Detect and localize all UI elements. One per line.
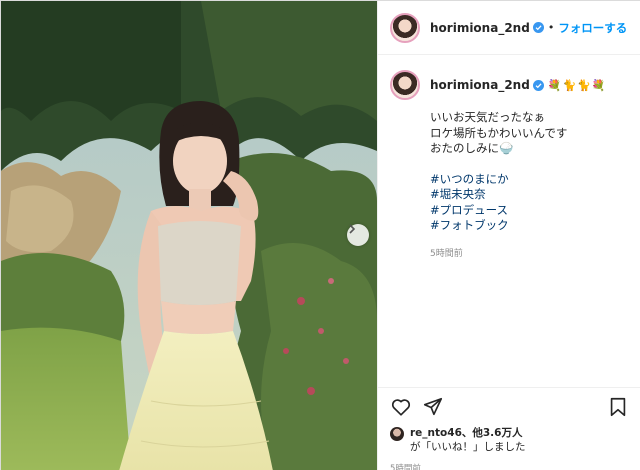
verified-badge-icon bbox=[532, 22, 544, 33]
caption-avatar[interactable] bbox=[390, 70, 420, 100]
hashtag-link[interactable]: #フォトブック bbox=[430, 218, 629, 234]
avatar[interactable] bbox=[390, 12, 420, 43]
caption-line: ロケ場所もかわいいんです bbox=[430, 125, 568, 140]
caption-line: おたのしみに🍚 bbox=[430, 141, 514, 155]
caption-text: いいお天気だったなぁ ロケ場所もかわいいんです おたのしみに🍚 #いつのまにか … bbox=[430, 110, 629, 234]
paper-plane-icon[interactable] bbox=[422, 396, 444, 418]
heart-icon[interactable] bbox=[390, 396, 412, 418]
follow-button[interactable]: フォローする bbox=[558, 20, 627, 36]
liker-avatar[interactable] bbox=[390, 427, 404, 441]
post-actions: re_nto46、他3.6万人 が「いいね！」しました 5時間前 bbox=[378, 387, 640, 470]
hashtag-link[interactable]: #堀未央奈 bbox=[430, 187, 629, 203]
caption-area: horimiona_2nd 💐🐈🐈💐 いいお天気だったなぁ ロケ場所もかわいいん… bbox=[378, 56, 640, 386]
verified-badge-icon bbox=[532, 79, 544, 91]
post-header: horimiona_2nd • フォローする bbox=[378, 1, 640, 55]
bookmark-icon[interactable] bbox=[607, 396, 629, 418]
hashtag-list: #いつのまにか #堀未央奈 #プロデュース #フォトブック bbox=[430, 172, 629, 234]
likes-suffix: が「いいね！」しました bbox=[410, 441, 526, 453]
caption-username[interactable]: horimiona_2nd bbox=[430, 78, 530, 92]
liker-others[interactable]: 、他3.6万人 bbox=[462, 427, 523, 439]
caption-timestamp: 5時間前 bbox=[430, 248, 463, 259]
likes-summary: re_nto46、他3.6万人 が「いいね！」しました bbox=[390, 426, 629, 454]
photo-illustration bbox=[1, 1, 377, 470]
caption-emojis: 💐🐈🐈💐 bbox=[547, 78, 607, 92]
header-username[interactable]: horimiona_2nd bbox=[430, 21, 530, 35]
post-photo[interactable] bbox=[1, 1, 377, 470]
post-timestamp: 5時間前 bbox=[390, 464, 421, 470]
hashtag-link[interactable]: #プロデュース bbox=[430, 203, 629, 219]
chevron-right-icon bbox=[349, 224, 356, 234]
likes-text: re_nto46、他3.6万人 が「いいね！」しました bbox=[410, 426, 526, 454]
caption-header: horimiona_2nd 💐🐈🐈💐 bbox=[390, 70, 629, 100]
instagram-post: horimiona_2nd • フォローする horimiona_2nd 💐🐈🐈… bbox=[0, 0, 640, 470]
next-photo-button[interactable] bbox=[347, 224, 369, 246]
action-bar bbox=[390, 396, 629, 418]
header-separator: • bbox=[547, 21, 555, 34]
liker-username[interactable]: re_nto46 bbox=[410, 427, 462, 439]
post-sidebar: horimiona_2nd • フォローする horimiona_2nd 💐🐈🐈… bbox=[377, 1, 640, 470]
hashtag-link[interactable]: #いつのまにか bbox=[430, 172, 629, 188]
caption-line: いいお天気だったなぁ bbox=[430, 110, 545, 124]
